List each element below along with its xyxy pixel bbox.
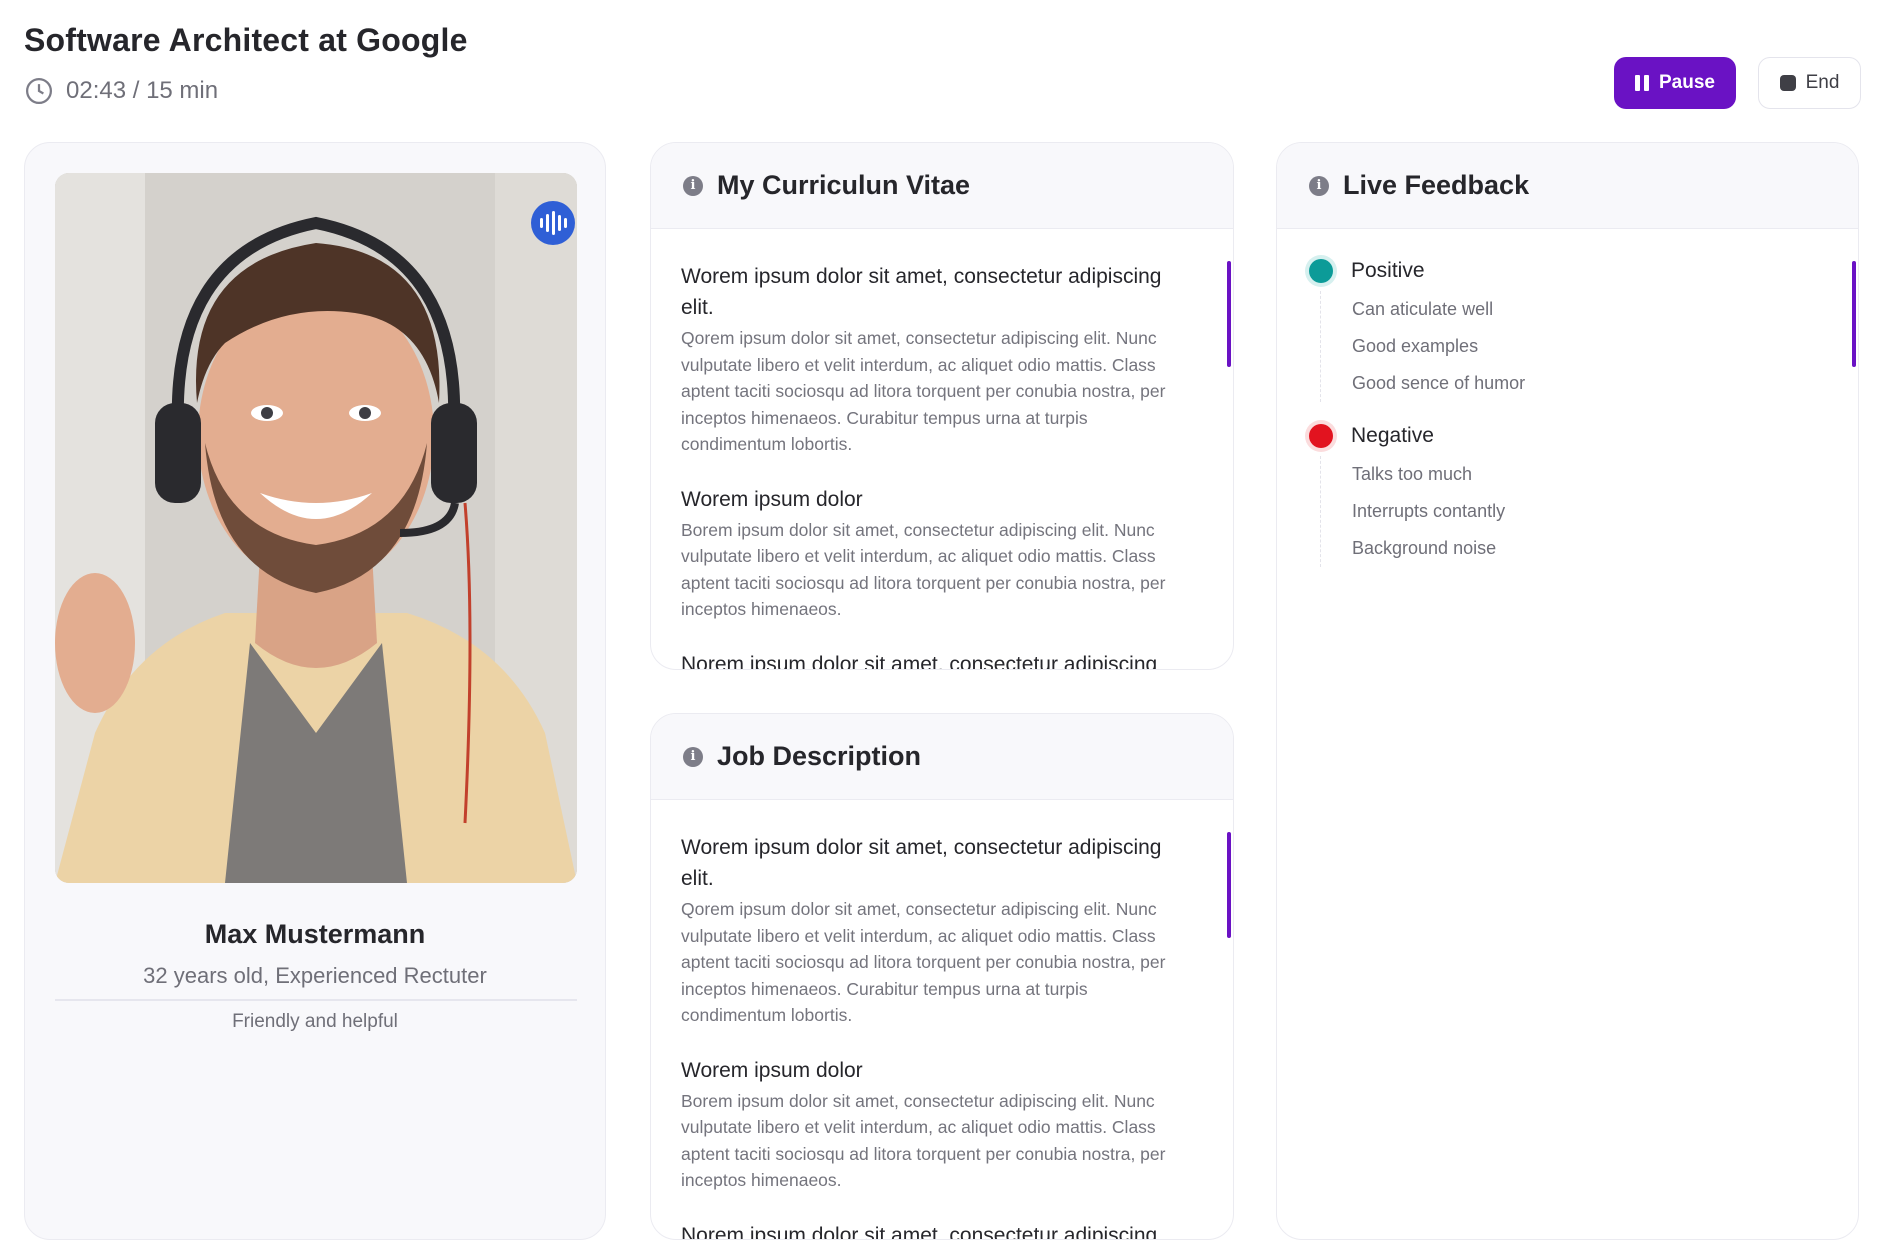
- cv-section: Norem ipsum dolor sit amet, consectetur …: [681, 649, 1197, 670]
- positive-indicator-icon: [1309, 259, 1333, 283]
- list-item: Good sence of humor: [1352, 373, 1526, 393]
- end-button[interactable]: End: [1758, 57, 1861, 109]
- job-content[interactable]: Worem ipsum dolor sit amet, consectetur …: [651, 800, 1233, 1240]
- info-icon[interactable]: i: [683, 746, 703, 767]
- job-card-header: i Job Description: [651, 714, 1233, 800]
- info-icon[interactable]: i: [1309, 175, 1329, 196]
- timer-text: 02:43 / 15 min: [66, 77, 219, 104]
- job-description-card[interactable]: i Job Description Worem ipsum dolor sit …: [650, 713, 1234, 1240]
- list-item: Background noise: [1352, 538, 1497, 558]
- cv-title: My Curriculun Vitae: [717, 170, 971, 200]
- cv-card[interactable]: i My Curriculun Vitae Worem ipsum dolor …: [650, 142, 1234, 670]
- negative-list: Talks too much Interrupts contantly Back…: [1320, 456, 1858, 567]
- cv-scrollbar[interactable]: [1227, 261, 1231, 367]
- cv-content[interactable]: Worem ipsum dolor sit amet, consectetur …: [651, 229, 1233, 670]
- job-section: Worem ipsum dolor Borem ipsum dolor sit …: [681, 1055, 1197, 1194]
- cv-section-heading: Norem ipsum dolor sit amet, consectetur …: [681, 652, 1158, 670]
- job-title: Job Description: [717, 741, 922, 771]
- job-section: Norem ipsum dolor sit amet, consectetur …: [681, 1220, 1197, 1240]
- list-item: Talks too much: [1352, 464, 1473, 484]
- negative-label-row: Negative: [1309, 424, 1858, 448]
- interviewer-name: Max Mustermann: [204, 919, 426, 949]
- pause-label: Pause: [1659, 72, 1715, 93]
- cv-section-body: Borem ipsum dolor sit amet, consectetur …: [681, 519, 1166, 620]
- live-feedback-card[interactable]: i Live Feedback Positive Can aticulate w…: [1276, 142, 1859, 1240]
- negative-label: Negative: [1351, 424, 1434, 447]
- cv-section: Worem ipsum dolor sit amet, consectetur …: [681, 261, 1197, 458]
- interviewer-card: Max Mustermann 32 years old, Experienced…: [24, 142, 606, 1240]
- job-section-heading: Worem ipsum dolor: [681, 1058, 863, 1082]
- interviewer-portrait-illustration: [55, 173, 577, 883]
- sound-wave-icon: [531, 201, 575, 245]
- cv-card-header: i My Curriculun Vitae: [651, 143, 1233, 229]
- list-item: Good examples: [1352, 336, 1479, 356]
- info-icon[interactable]: i: [683, 175, 703, 196]
- job-section-body: Borem ipsum dolor sit amet, consectetur …: [681, 1090, 1166, 1191]
- negative-feedback-group: Negative Talks too much Interrupts conta…: [1309, 424, 1858, 567]
- interview-page: Software Architect at Google 02:43 / 15 …: [0, 0, 1878, 1256]
- cv-section-heading: Worem ipsum dolor sit amet, consectetur …: [681, 265, 1162, 319]
- feedback-title: Live Feedback: [1343, 170, 1530, 200]
- end-label: End: [1805, 72, 1840, 93]
- interviewer-persona: Friendly and helpful: [232, 1011, 398, 1032]
- list-item: Interrupts contantly: [1352, 501, 1506, 521]
- feedback-content[interactable]: Positive Can aticulate well Good example…: [1277, 229, 1858, 567]
- interviewer-subtitle: 32 years old, Experienced Rectuter: [143, 963, 487, 988]
- positive-label: Positive: [1351, 259, 1425, 282]
- session-timer: 02:43 / 15 min: [24, 76, 218, 106]
- feedback-card-header: i Live Feedback: [1277, 143, 1858, 229]
- positive-feedback-group: Positive Can aticulate well Good example…: [1309, 259, 1858, 402]
- cv-section-heading: Worem ipsum dolor: [681, 487, 863, 511]
- positive-list: Can aticulate well Good examples Good se…: [1320, 291, 1858, 402]
- pause-button[interactable]: Pause: [1614, 57, 1736, 109]
- cv-section: Worem ipsum dolor Borem ipsum dolor sit …: [681, 484, 1197, 623]
- negative-indicator-icon: [1309, 424, 1333, 448]
- feedback-scrollbar[interactable]: [1852, 261, 1856, 367]
- job-section: Worem ipsum dolor sit amet, consectetur …: [681, 832, 1197, 1029]
- stop-icon: [1779, 75, 1796, 91]
- cv-section-body: Qorem ipsum dolor sit amet, consectetur …: [681, 328, 1166, 454]
- job-section-body: Qorem ipsum dolor sit amet, consectetur …: [681, 899, 1166, 1025]
- job-section-heading: Norem ipsum dolor sit amet, consectetur …: [681, 1223, 1158, 1240]
- job-section-heading: Worem ipsum dolor sit amet, consectetur …: [681, 836, 1162, 890]
- positive-label-row: Positive: [1309, 259, 1858, 283]
- pause-icon: [1635, 75, 1649, 91]
- interviewer-photo: [55, 173, 577, 883]
- job-scrollbar[interactable]: [1227, 832, 1231, 938]
- profile-divider: [55, 999, 577, 1001]
- clock-icon: [26, 78, 52, 104]
- page-title: Software Architect at Google: [24, 22, 468, 58]
- list-item: Can aticulate well: [1352, 299, 1494, 319]
